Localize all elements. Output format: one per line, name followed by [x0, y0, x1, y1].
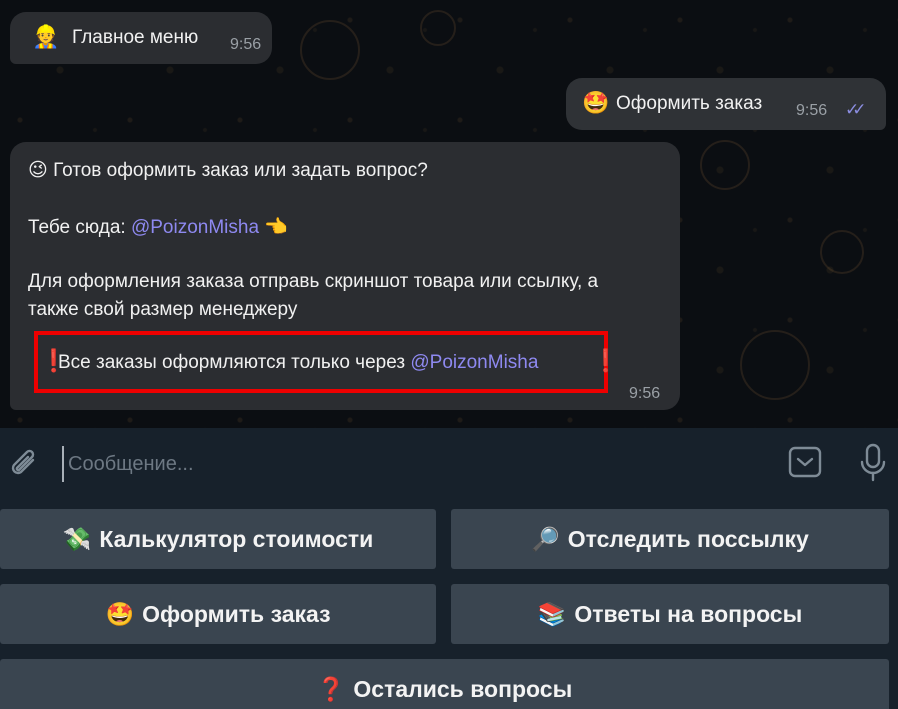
message-composer: [0, 428, 898, 500]
worker-emoji: 👷: [32, 24, 60, 49]
message-main-menu: 👷 Главное меню 9:56: [10, 12, 272, 64]
star-struck-icon: 🤩: [105, 600, 135, 627]
button-label: Отследить поссылку: [567, 525, 809, 552]
read-checkmarks-icon: ✓✓: [845, 100, 866, 119]
mention-link[interactable]: @PoizonMisha: [410, 352, 538, 373]
pointing-left-emoji: 👈: [259, 217, 288, 238]
money-wings-icon: 💸: [62, 525, 92, 552]
track-parcel-button[interactable]: 🔎 Отследить поссылку: [451, 509, 889, 569]
bot-reply-keyboard: 💸 Калькулятор стоимости 🔎 Отследить поссыл…: [0, 500, 898, 709]
chat-history[interactable]: 👷 Главное меню 9:56 🤩 Оформить заказ 9:5…: [0, 0, 898, 428]
contact-prefix: Тебе сюда:: [28, 217, 131, 238]
message-place-order: 🤩 Оформить заказ 9:56 ✓✓: [566, 78, 886, 130]
magnifier-icon: 🔎: [531, 525, 560, 552]
message-time: 9:56: [230, 36, 262, 53]
warning-highlight-box: ❗ Все заказы оформляются только через @P…: [34, 331, 619, 393]
message-line-question: 😉 Готов оформить заказ или задать вопрос…: [28, 160, 428, 181]
message-input[interactable]: [62, 446, 702, 482]
mention-link[interactable]: @PoizonMisha: [131, 217, 259, 238]
button-label: Ответы на вопросы: [574, 600, 803, 627]
message-time: 9:56: [796, 102, 828, 119]
star-struck-emoji: 🤩: [582, 90, 610, 115]
books-icon: 📚: [537, 600, 567, 627]
message-order-info: 😉 Готов оформить заказ или задать вопрос…: [10, 142, 680, 410]
questions-button[interactable]: ❓ Остались вопросы: [0, 659, 889, 709]
message-line-instructions: Для оформления заказа отправь скриншот т…: [28, 271, 599, 292]
paperclip-icon[interactable]: [8, 446, 42, 482]
question-mark-icon: ❓: [316, 675, 346, 702]
message-text: Оформить заказ: [616, 93, 763, 114]
message-line-contact: Тебе сюда: @PoizonMisha 👈: [28, 215, 288, 239]
button-label: Калькулятор стоимости: [99, 525, 374, 552]
button-label: Остались вопросы: [353, 675, 573, 702]
warning-text: Все заказы оформляются только через @Poi…: [58, 352, 539, 373]
calculator-button[interactable]: 💸 Калькулятор стоимости: [0, 509, 436, 569]
bot-keyboard-icon[interactable]: [787, 444, 823, 480]
message-line-instructions-cont: также свой размер менеджеру: [28, 299, 298, 320]
button-label: Оформить заказ: [142, 600, 331, 627]
message-time: 9:56: [629, 385, 661, 402]
microphone-icon[interactable]: [856, 442, 890, 484]
faq-button[interactable]: 📚 Ответы на вопросы: [451, 584, 889, 644]
place-order-button[interactable]: 🤩 Оформить заказ: [0, 584, 436, 644]
message-text: Главное меню: [72, 27, 199, 48]
exclamation-icon: ❗: [592, 348, 620, 373]
